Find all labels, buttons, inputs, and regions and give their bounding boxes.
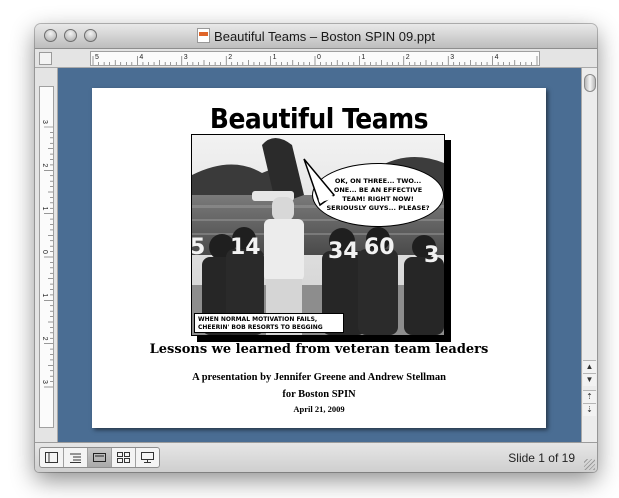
slide-view-icon[interactable] [88,448,112,467]
h-ruler-label: 4 [139,54,143,61]
scroll-thumb[interactable] [584,74,596,92]
jersey-number-4: 3 [424,243,440,268]
slide-byline[interactable]: A presentation by Jennifer Greene and An… [92,372,546,383]
photo-caption-text: WHEN NORMAL MOTIVATION FAILS, CHEERIN' B… [198,316,323,331]
scroll-down-button[interactable]: ▼ [583,373,596,386]
ruler-corner-box[interactable] [39,52,52,65]
h-ruler-label: 5 [95,54,99,61]
ppt-document-icon [197,28,211,43]
v-ruler-label: 2 [41,163,48,167]
vertical-scrollbar[interactable]: ▲ ▼ ⇡ ⇣ [581,68,597,442]
resize-grip-icon[interactable] [584,459,595,470]
h-ruler-label: 3 [184,54,188,61]
vertical-ruler-area: 3 2 1 0 1 2 3 [35,68,58,442]
jersey-number-1: 14 [230,235,261,260]
jersey-number-2: 34 [328,239,359,264]
status-bar: Slide 1 of 19 [35,442,597,472]
jersey-number-0: 5 [191,235,206,260]
v-ruler-label: 1 [41,207,48,211]
slide-for-line[interactable]: for Boston SPIN [92,389,546,400]
horizontal-ruler-ticks: 54321012345 [92,54,543,65]
v-ruler-label: 3 [41,380,48,384]
slide-subtitle[interactable]: Lessons we learned from veteran team lea… [92,342,546,357]
h-ruler-label: 0 [317,54,321,61]
previous-slide-button[interactable]: ⇡ [583,390,596,403]
normal-view-icon[interactable] [40,448,64,467]
slide[interactable]: Beautiful Teams 5 14 34 60 3 OK, ON THRE… [92,88,546,428]
outline-view-icon[interactable] [64,448,88,467]
slide-count: Slide 1 of 19 [508,451,575,465]
view-switcher [39,447,160,468]
window-title: Beautiful Teams – Boston SPIN 09.ppt [35,28,597,44]
window-title-text: Beautiful Teams – Boston SPIN 09.ppt [214,29,435,44]
h-ruler-label: 4 [495,54,499,61]
vertical-ruler[interactable]: 3 2 1 0 1 2 3 [39,86,54,428]
cheerleader-photo[interactable]: 5 14 34 60 3 OK, ON THREE... TWO... ONE.… [191,134,445,336]
horizontal-ruler-area: 54321012345 [35,49,597,68]
slide-canvas[interactable]: Beautiful Teams 5 14 34 60 3 OK, ON THRE… [58,68,582,442]
slideshow-icon[interactable] [136,448,159,467]
speech-bubble: OK, ON THREE... TWO... ONE... BE AN EFFE… [312,163,444,227]
slide-title[interactable]: Beautiful Teams [92,103,546,135]
v-ruler-label: 2 [41,337,48,341]
scroll-up-button[interactable]: ▲ [583,360,596,373]
title-bar[interactable]: Beautiful Teams – Boston SPIN 09.ppt [35,24,597,49]
next-slide-button[interactable]: ⇣ [583,403,596,416]
slide-date[interactable]: April 21, 2009 [92,404,546,414]
slide-sorter-icon[interactable] [112,448,136,467]
h-ruler-label: 3 [450,54,454,61]
v-ruler-label: 1 [41,293,48,297]
v-ruler-label: 3 [41,120,48,124]
h-ruler-label: 2 [228,54,232,61]
vertical-ruler-ticks: 3 2 1 0 1 2 3 [41,120,53,388]
h-ruler-label: 1 [361,54,365,61]
h-ruler-label: 2 [406,54,410,61]
photo-caption: WHEN NORMAL MOTIVATION FAILS, CHEERIN' B… [194,313,344,333]
ppt-window: Beautiful Teams – Boston SPIN 09.ppt 5 4 3… [35,24,597,472]
horizontal-ruler[interactable]: 54321012345 [90,51,543,66]
v-ruler-label: 0 [41,250,48,254]
h-ruler-label: 1 [273,54,277,61]
speech-bubble-text: OK, ON THREE... TWO... ONE... BE AN EFFE… [326,177,430,212]
jersey-number-3: 60 [364,235,395,260]
